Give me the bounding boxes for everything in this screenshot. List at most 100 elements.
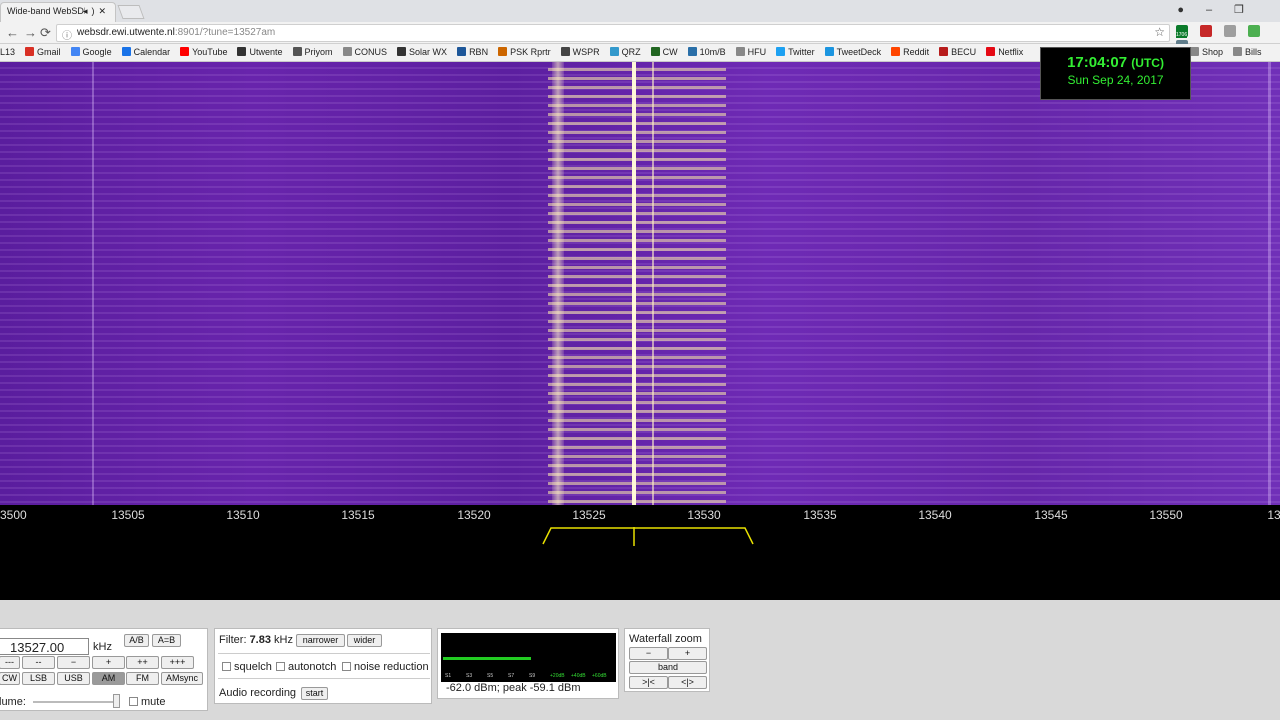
restore-icon[interactable]: ❐ bbox=[1234, 4, 1266, 16]
bookmark-label: Solar WX bbox=[409, 47, 448, 57]
bookmark-label: Gmail bbox=[37, 47, 61, 57]
bookmark-gmail[interactable]: Gmail bbox=[25, 44, 61, 61]
bookmark-label: Twitter bbox=[788, 47, 815, 57]
mode-button-lsb[interactable]: LSB bbox=[22, 672, 55, 685]
zoom-band-button[interactable]: band bbox=[629, 661, 707, 674]
bookmark-qrz[interactable]: QRZ bbox=[609, 44, 641, 61]
bookmark-favicon-icon bbox=[498, 47, 508, 56]
step-button-5[interactable]: +++ bbox=[161, 656, 194, 669]
frequency-scale[interactable]: 3500 13505 13510 13515 13520 13525 13530 13535 1… bbox=[0, 505, 1280, 527]
bookmark-favicon-icon bbox=[292, 47, 302, 56]
minimize-icon[interactable]: – bbox=[1206, 4, 1234, 16]
bookmark-label: YouTube bbox=[192, 47, 228, 57]
extension-icon[interactable] bbox=[1200, 25, 1213, 37]
zoom-narrow-button[interactable]: >|< bbox=[629, 676, 668, 689]
tab-close-icon[interactable]: ✕ bbox=[98, 6, 110, 16]
bookmark-wspr[interactable]: WSPR bbox=[560, 44, 600, 61]
step-button-3[interactable]: + bbox=[92, 656, 125, 669]
bookmark-reddit[interactable]: Reddit bbox=[891, 44, 929, 61]
step-button-2[interactable]: − bbox=[57, 656, 90, 669]
filter-divider bbox=[218, 678, 430, 679]
extension-icon[interactable]: 1706 bbox=[1176, 25, 1188, 38]
utc-clock: 17:04:07 (UTC) Sun Sep 24, 2017 bbox=[1040, 47, 1191, 100]
zoom-widen-button[interactable]: <|> bbox=[668, 676, 707, 689]
mode-button-fm[interactable]: FM bbox=[126, 672, 159, 685]
zoom-in-button[interactable]: + bbox=[668, 647, 707, 660]
bookmark-label: Reddit bbox=[903, 47, 930, 57]
start-recording-button[interactable]: start bbox=[301, 687, 328, 700]
filter-unit: kHz bbox=[274, 634, 293, 646]
volume-slider[interactable] bbox=[33, 701, 119, 703]
step-button-1[interactable]: -- bbox=[22, 656, 55, 669]
back-icon[interactable]: ← bbox=[6, 25, 19, 40]
bookmark-favicon-icon bbox=[735, 47, 745, 56]
bookmark-bills[interactable]: Bills bbox=[1233, 44, 1262, 61]
bookmark-hfu[interactable]: HFU bbox=[735, 44, 766, 61]
bookmark-l13[interactable]: L13 bbox=[0, 44, 15, 61]
bookmark-shop[interactable]: Shop bbox=[1190, 44, 1223, 61]
step-button-4[interactable]: ++ bbox=[126, 656, 159, 669]
bookmark-label: Netflix bbox=[998, 47, 1024, 57]
bookmark-favicon-icon bbox=[650, 47, 660, 56]
extension-icon[interactable] bbox=[1224, 25, 1237, 37]
page-info-icon[interactable]: ⓘ bbox=[62, 27, 72, 42]
speaker-icon[interactable]: ◂) bbox=[83, 6, 99, 16]
bookmark-favicon-icon bbox=[891, 47, 901, 56]
step-button-0[interactable]: --- bbox=[0, 656, 20, 669]
mode-button-am[interactable]: AM bbox=[92, 672, 125, 685]
narrower-button[interactable]: narrower bbox=[296, 634, 345, 647]
scale-tick-label: 13515 bbox=[341, 508, 375, 522]
scale-tick-label: 13550 bbox=[1149, 508, 1183, 522]
bookmark-10m-b[interactable]: 10m/B bbox=[687, 44, 726, 61]
passband-indicator[interactable] bbox=[0, 527, 1280, 600]
bookmark-label: WSPR bbox=[572, 47, 600, 57]
clock-date: Sun Sep 24, 2017 bbox=[1067, 73, 1164, 87]
bookmark-cw[interactable]: CW bbox=[650, 44, 678, 61]
bookmark-psk-rprtr[interactable]: PSK Rprtr bbox=[498, 44, 551, 61]
browser-tab[interactable]: Wide-band WebSDR ◂)✕ bbox=[0, 2, 116, 22]
passband-shape[interactable] bbox=[542, 527, 754, 545]
new-tab-button[interactable] bbox=[117, 5, 145, 19]
passband-area[interactable] bbox=[0, 527, 1280, 600]
profile-icon[interactable]: ● bbox=[1177, 4, 1206, 16]
autonotch-checkbox[interactable] bbox=[276, 662, 285, 671]
extension-icon[interactable] bbox=[1248, 25, 1261, 37]
bookmark-priyom[interactable]: Priyom bbox=[292, 44, 333, 61]
bookmark-rbn[interactable]: RBN bbox=[457, 44, 488, 61]
squelch-checkbox[interactable] bbox=[222, 662, 231, 671]
bookmark-twitter[interactable]: Twitter bbox=[776, 44, 815, 61]
bookmark-favicon-icon bbox=[776, 47, 786, 56]
autonotch-label: autonotch bbox=[288, 661, 337, 673]
scale-tick-label: 13 bbox=[1267, 508, 1280, 522]
a-equals-b-button[interactable]: A=B bbox=[152, 634, 181, 647]
ab-button[interactable]: A/B bbox=[124, 634, 149, 647]
frequency-input[interactable]: 13527.00 bbox=[0, 638, 89, 655]
bookmark-youtube[interactable]: YouTube bbox=[180, 44, 227, 61]
forward-icon[interactable]: → bbox=[24, 25, 37, 40]
url-host: websdr.ewi.utwente.nl bbox=[77, 27, 175, 38]
smeter-scale-label: S1 bbox=[445, 673, 452, 679]
zoom-out-button[interactable]: − bbox=[629, 647, 668, 660]
url-input[interactable]: ⓘ websdr.ewi.utwente.nl:8901/?tune=13527… bbox=[56, 24, 1170, 42]
reload-icon[interactable]: ⟳ bbox=[40, 25, 51, 41]
mode-button-cw[interactable]: CW bbox=[0, 672, 20, 685]
browser-tab-strip: Wide-band WebSDR ◂)✕ ●–❐ bbox=[0, 0, 1280, 22]
bookmark-calendar[interactable]: Calendar bbox=[121, 44, 170, 61]
smeter-readout: -62.0 dBm; peak -59.1 dBm bbox=[446, 682, 581, 694]
bookmark-netflix[interactable]: Netflix bbox=[986, 44, 1023, 61]
bookmark-solar-wx[interactable]: Solar WX bbox=[397, 44, 447, 61]
bookmark-conus[interactable]: CONUS bbox=[342, 44, 387, 61]
noise-reduction-checkbox[interactable] bbox=[342, 662, 351, 671]
bookmark-utwente[interactable]: Utwente bbox=[237, 44, 283, 61]
mode-button-usb[interactable]: USB bbox=[57, 672, 90, 685]
wider-button[interactable]: wider bbox=[347, 634, 382, 647]
bookmark-becu[interactable]: BECU bbox=[939, 44, 976, 61]
bookmark-tweetdeck[interactable]: TweetDeck bbox=[824, 44, 881, 61]
smeter-scale-label: S9 bbox=[529, 673, 536, 679]
mute-checkbox[interactable] bbox=[129, 697, 138, 706]
mode-button-amsync[interactable]: AMsync bbox=[161, 672, 203, 685]
volume-slider-handle[interactable] bbox=[113, 694, 120, 708]
waterfall-display[interactable] bbox=[0, 62, 1280, 505]
bookmark-star-icon[interactable]: ☆ bbox=[1154, 25, 1165, 39]
bookmark-google[interactable]: Google bbox=[70, 44, 112, 61]
